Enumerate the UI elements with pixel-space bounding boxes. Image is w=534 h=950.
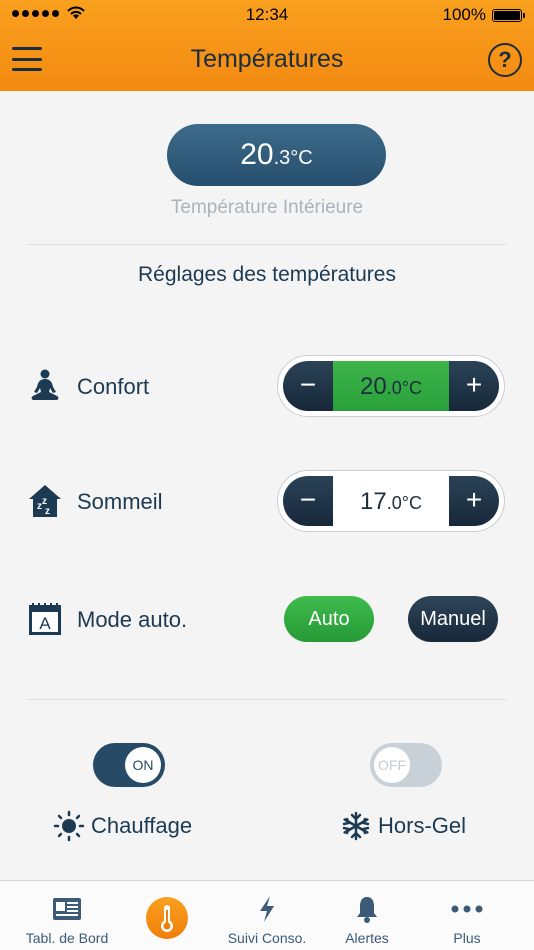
battery-percent: 100%	[442, 5, 486, 24]
hors-gel-label: Hors-Gel	[378, 813, 467, 838]
tab-dashboard[interactable]: Tabl. de Bord	[17, 881, 117, 950]
indoor-temp-decimal: .3°C	[273, 147, 313, 169]
indoor-temperature-display: 20.3°C	[167, 124, 386, 186]
confort-decrease-button[interactable]: −	[283, 361, 333, 411]
mode-auto-label: Mode auto.	[77, 607, 188, 632]
tab-suivi-conso[interactable]: Suivi Conso.	[217, 881, 317, 950]
auto-mode-button[interactable]: Auto	[284, 596, 374, 642]
tab-alertes[interactable]: Alertes	[317, 881, 417, 950]
sommeil-decrease-button[interactable]: −	[283, 476, 333, 526]
toggle-knob: ON	[125, 747, 161, 783]
confort-stepper: − 20.0°C +	[277, 355, 505, 417]
confort-increase-button[interactable]: +	[449, 361, 499, 411]
calendar-auto-icon: A	[27, 601, 63, 637]
confort-value[interactable]: 20.0°C	[333, 361, 449, 411]
divider	[28, 699, 506, 700]
status-bar: 12:34 100%	[0, 0, 534, 30]
battery-icon	[492, 8, 525, 22]
snowflake-icon	[342, 811, 370, 841]
sommeil-increase-button[interactable]: +	[449, 476, 499, 526]
sommeil-label: Sommeil	[77, 489, 163, 514]
hors-gel-toggle[interactable]: OFF	[370, 743, 442, 787]
dashboard-icon	[51, 893, 83, 925]
svg-text:A: A	[39, 614, 51, 633]
svg-text:z: z	[45, 506, 50, 517]
toggle-knob: OFF	[374, 747, 410, 783]
header-bar: 12:34 100% Températures ?	[0, 0, 534, 91]
tab-plus[interactable]: Plus	[417, 881, 517, 950]
indoor-temperature-label: Température Intérieure	[170, 197, 364, 218]
manual-mode-button[interactable]: Manuel	[408, 596, 498, 642]
indoor-temp-integer: 20	[240, 138, 274, 171]
sun-icon	[53, 810, 85, 842]
hors-gel-feature: Hors-Gel	[340, 808, 466, 844]
divider	[28, 244, 506, 245]
settings-section-title: Réglages des températures	[138, 263, 396, 286]
chauffage-toggle[interactable]: ON	[93, 743, 165, 787]
tab-bar: Tabl. de Bord Suivi Conso. Alertes Plus	[0, 880, 534, 950]
sommeil-value[interactable]: 17.0°C	[333, 476, 449, 526]
sommeil-stepper: − 17.0°C +	[277, 470, 505, 532]
lightning-icon	[251, 893, 283, 925]
help-button[interactable]: ?	[488, 43, 522, 77]
bell-icon	[351, 893, 383, 925]
confort-label: Confort	[77, 374, 150, 399]
chauffage-label: Chauffage	[91, 813, 193, 838]
tab-temperatures[interactable]	[117, 881, 217, 950]
page-title: Températures	[190, 45, 344, 73]
meditation-icon	[27, 368, 63, 404]
thermometer-icon	[146, 897, 188, 939]
more-icon	[451, 893, 483, 925]
chauffage-feature: Chauffage	[53, 808, 192, 844]
sleep-house-icon: z z z	[27, 483, 63, 519]
